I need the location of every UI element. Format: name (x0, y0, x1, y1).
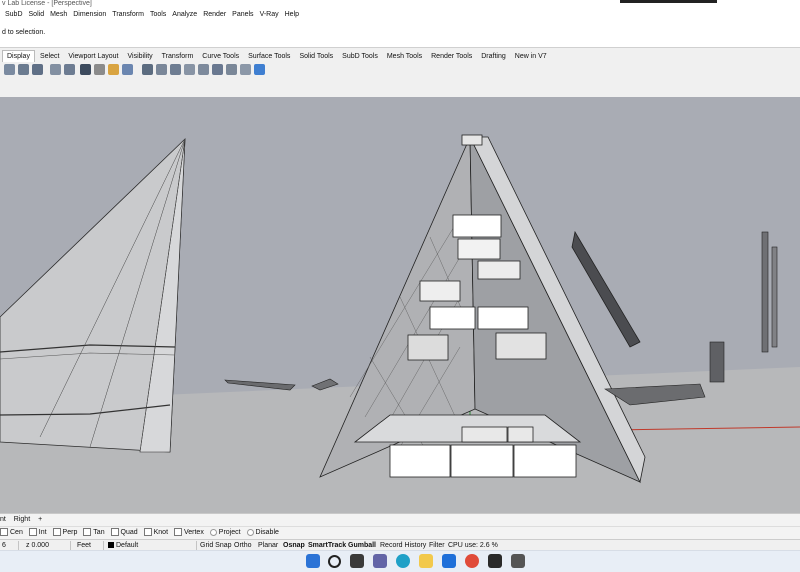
osnap-tan[interactable]: Tan (83, 527, 105, 539)
redo-view-icon[interactable] (64, 64, 75, 75)
osnap-checkbox[interactable] (52, 528, 61, 537)
osnap-checkbox[interactable] (0, 528, 8, 537)
cursor-app-icon[interactable] (511, 554, 525, 568)
viewport-canvas (0, 134, 800, 513)
osnap-cen[interactable]: Cen (0, 527, 23, 539)
display-toolbar (0, 62, 800, 78)
pan-icon[interactable] (4, 64, 15, 75)
osnap-quad[interactable]: Quad (110, 527, 138, 539)
zoom-window-icon[interactable] (212, 64, 223, 75)
osnap-checkbox[interactable] (28, 528, 37, 537)
divider (196, 541, 197, 550)
zoom-selected-icon[interactable] (198, 64, 209, 75)
file-explorer-icon[interactable] (419, 554, 433, 568)
target-icon[interactable] (170, 64, 181, 75)
undo-view-icon[interactable] (50, 64, 61, 75)
menu-tools[interactable]: Tools (147, 9, 169, 21)
rhino-icon[interactable] (488, 554, 502, 568)
divider (103, 541, 104, 550)
title-bar-overlay (620, 0, 717, 3)
a-frame-pavilion (319, 134, 646, 484)
ghosted-icon[interactable] (122, 64, 133, 75)
windows-start-icon[interactable] (306, 554, 320, 568)
menu-vray[interactable]: V-Ray (257, 9, 282, 21)
menu-solid[interactable]: Solid (26, 9, 48, 21)
ground-tile (224, 379, 296, 391)
vertical-strip-object (771, 246, 778, 348)
rendered-icon[interactable] (108, 64, 119, 75)
wireframe-icon[interactable] (80, 64, 91, 75)
menu-mesh[interactable]: Mesh (47, 9, 70, 21)
menu-bar: SubD Solid Mesh Dimension Transform Tools Anal… (0, 9, 800, 21)
store-icon[interactable] (442, 554, 456, 568)
layer-color-swatch (108, 542, 114, 549)
disable-radio[interactable] (246, 528, 254, 536)
add-viewport-tab[interactable]: + (38, 516, 42, 523)
osnap-disable[interactable]: Disable (246, 527, 279, 539)
osnap-knot[interactable]: Knot (143, 527, 168, 539)
command-history[interactable]: d to selection. (0, 21, 800, 48)
menu-subd[interactable]: SubD (2, 9, 26, 21)
osnap-vertex[interactable]: Vertex (173, 527, 204, 539)
menu-help[interactable]: Help (282, 9, 302, 21)
divider (18, 541, 19, 550)
osnap-project[interactable]: Project (209, 527, 241, 539)
menu-analyze[interactable]: Analyze (169, 9, 200, 21)
osnap-int[interactable]: Int (28, 527, 47, 539)
chrome-icon[interactable] (465, 554, 479, 568)
named-view-icon[interactable] (142, 64, 153, 75)
menu-render[interactable]: Render (200, 9, 229, 21)
camera-icon[interactable] (156, 64, 167, 75)
left-sail-object (0, 138, 186, 453)
osnap-checkbox[interactable] (110, 528, 119, 537)
title-bar: v Lab License - [Perspective] (0, 0, 800, 9)
menu-transform[interactable]: Transform (109, 9, 147, 21)
search-icon[interactable] (328, 555, 341, 568)
osnap-perp[interactable]: Perp (52, 527, 77, 539)
zoom-icon[interactable] (32, 64, 43, 75)
shaded-icon[interactable] (94, 64, 105, 75)
edge-icon[interactable] (396, 554, 410, 568)
vertical-strip-object (761, 231, 769, 353)
set-view-icon[interactable] (254, 64, 265, 75)
tab-front[interactable]: nt (0, 516, 6, 523)
divider (70, 541, 71, 550)
osnap-checkbox[interactable] (173, 528, 182, 537)
task-view-icon[interactable] (350, 554, 364, 568)
small-object (709, 341, 725, 383)
osnap-checkbox[interactable] (83, 528, 92, 537)
menu-panels[interactable]: Panels (229, 9, 256, 21)
menu-dimension[interactable]: Dimension (70, 9, 109, 21)
command-history-text: d to selection. (2, 29, 46, 36)
zoom-all-icon[interactable] (240, 64, 251, 75)
osnap-checkbox[interactable] (143, 528, 152, 537)
chat-icon[interactable] (373, 554, 387, 568)
windows-taskbar (0, 550, 800, 572)
zoom-extents-icon[interactable] (184, 64, 195, 75)
rotate-view-icon[interactable] (18, 64, 29, 75)
zoom-dynamic-icon[interactable] (226, 64, 237, 75)
osnap-bar: Cen Int Perp Tan Quad Knot Vertex Projec… (0, 526, 800, 539)
tab-right[interactable]: Right (14, 516, 30, 523)
viewport-tabs: nt Right + (0, 513, 800, 526)
window-title: v Lab License - [Perspective] (2, 0, 92, 7)
perspective-viewport[interactable] (0, 97, 800, 513)
project-radio[interactable] (209, 528, 217, 536)
